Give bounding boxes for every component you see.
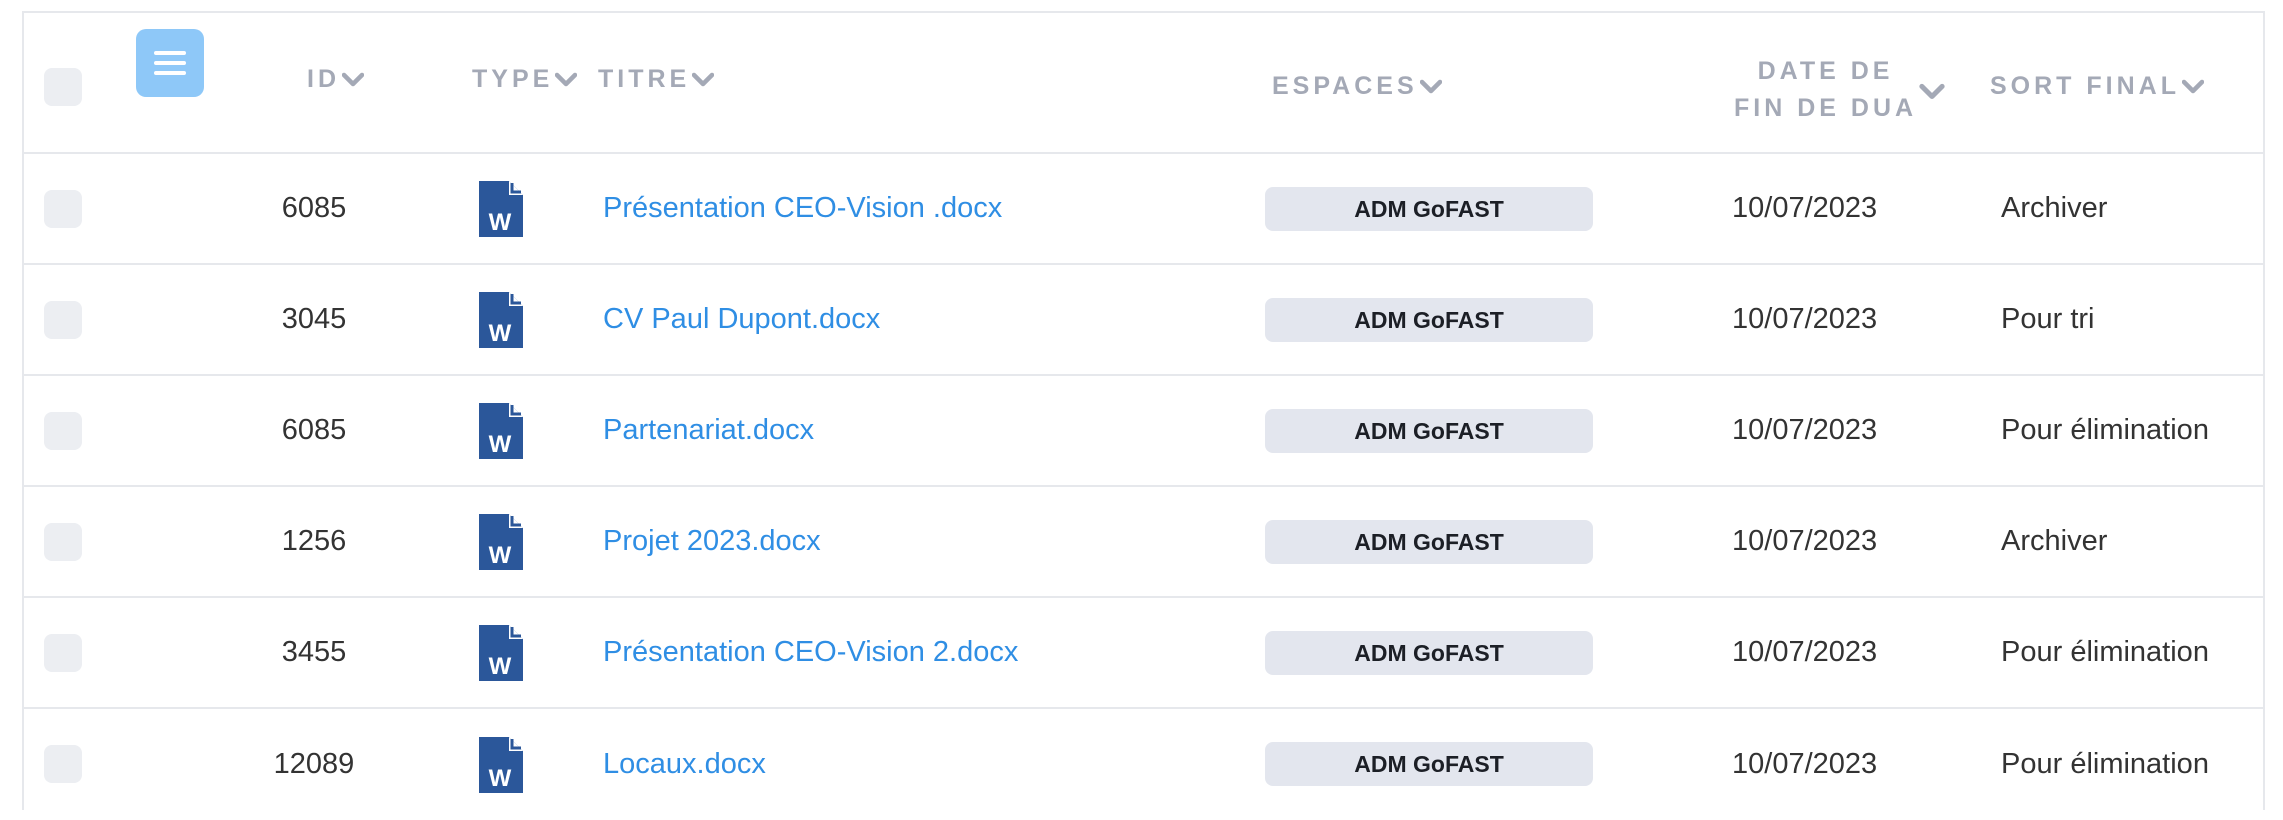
header-espaces-label: ESPACES	[1272, 72, 1418, 100]
header-sort-final-label: SORT FINAL	[1990, 72, 2180, 100]
date-fin-dua: 10/07/2023	[1732, 303, 1878, 335]
document-title-link[interactable]: Locaux.docx	[603, 709, 766, 820]
sort-final-value: Archiver	[2001, 192, 2108, 224]
sort-final-value: Pour tri	[2001, 303, 2095, 335]
word-document-icon: W	[479, 487, 523, 596]
word-document-icon: W	[479, 154, 523, 263]
word-document-icon: W	[479, 709, 523, 820]
row-id: 6085	[281, 192, 347, 224]
document-title-link[interactable]: Partenariat.docx	[603, 376, 814, 485]
row-checkbox[interactable]	[44, 745, 82, 783]
svg-text:W: W	[489, 209, 512, 236]
row-checkbox[interactable]	[44, 412, 82, 450]
row-checkbox[interactable]	[44, 523, 82, 561]
header-id[interactable]: ID	[307, 65, 364, 94]
document-title-link[interactable]: Présentation CEO-Vision 2.docx	[603, 598, 1018, 707]
date-fin-dua: 10/07/2023	[1732, 525, 1878, 557]
date-fin-dua: 10/07/2023	[1732, 414, 1878, 446]
table-header: ID TYPE TITRE ESPACES DATE DE FIN DE DUA…	[24, 13, 2263, 154]
sort-final-value: Pour élimination	[2001, 636, 2209, 668]
chevron-down-icon	[2182, 79, 2204, 93]
header-type[interactable]: TYPE	[472, 65, 578, 94]
table-row[interactable]: 12089 W Locaux.docx ADM GoFAST 10/07/202…	[24, 709, 2263, 812]
table-row[interactable]: 6085 W Partenariat.docx ADM GoFAST 10/07…	[24, 376, 2263, 487]
row-checkbox[interactable]	[44, 190, 82, 228]
date-fin-dua: 10/07/2023	[1732, 636, 1878, 668]
sort-final-value: Pour élimination	[2001, 748, 2209, 780]
document-title-link[interactable]: Projet 2023.docx	[603, 487, 821, 596]
row-id: 6085	[281, 414, 347, 446]
header-titre-label: TITRE	[598, 65, 691, 93]
chevron-down-icon	[1919, 83, 1945, 100]
row-id: 1256	[281, 525, 347, 557]
document-title-link[interactable]: Présentation CEO-Vision .docx	[603, 154, 1002, 263]
header-date-line1: DATE DE	[1757, 57, 1894, 85]
header-espaces[interactable]: ESPACES	[1272, 72, 1442, 101]
row-id: 3455	[281, 636, 347, 668]
date-fin-dua: 10/07/2023	[1732, 192, 1878, 224]
svg-text:W: W	[489, 542, 512, 569]
espace-badge: ADM GoFAST	[1265, 742, 1593, 786]
header-id-label: ID	[307, 65, 340, 93]
espace-badge: ADM GoFAST	[1265, 520, 1593, 564]
espace-badge: ADM GoFAST	[1265, 409, 1593, 453]
table-row[interactable]: 3455 W Présentation CEO-Vision 2.docx AD…	[24, 598, 2263, 709]
svg-text:W: W	[489, 765, 512, 792]
header-sort-final[interactable]: SORT FINAL	[1990, 72, 2204, 101]
chevron-down-icon	[692, 72, 715, 86]
espace-badge: ADM GoFAST	[1265, 298, 1593, 342]
date-fin-dua: 10/07/2023	[1732, 748, 1878, 780]
documents-table: ID TYPE TITRE ESPACES DATE DE FIN DE DUA…	[22, 11, 2265, 810]
chevron-down-icon	[342, 72, 364, 86]
row-id: 12089	[273, 748, 355, 780]
word-document-icon: W	[479, 376, 523, 485]
svg-text:W: W	[489, 320, 512, 347]
document-title-link[interactable]: CV Paul Dupont.docx	[603, 265, 880, 374]
table-row[interactable]: 6085 W Présentation CEO-Vision .docx ADM…	[24, 154, 2263, 265]
row-checkbox[interactable]	[44, 301, 82, 339]
header-type-label: TYPE	[472, 65, 554, 93]
table-row[interactable]: 1256 W Projet 2023.docx ADM GoFAST 10/07…	[24, 487, 2263, 598]
chevron-down-icon	[1419, 79, 1442, 93]
header-date-fin-dua[interactable]: DATE DE FIN DE DUA	[1734, 53, 1945, 127]
header-titre[interactable]: TITRE	[598, 65, 715, 94]
sort-final-value: Archiver	[2001, 525, 2108, 557]
svg-text:W: W	[489, 653, 512, 680]
table-row[interactable]: 3045 W CV Paul Dupont.docx ADM GoFAST 10…	[24, 265, 2263, 376]
row-checkbox[interactable]	[44, 634, 82, 672]
header-date-label: DATE DE FIN DE DUA	[1734, 53, 1917, 127]
sort-final-value: Pour élimination	[2001, 414, 2209, 446]
select-all-checkbox[interactable]	[44, 68, 82, 106]
chevron-down-icon	[555, 72, 578, 86]
word-document-icon: W	[479, 265, 523, 374]
svg-text:W: W	[489, 431, 512, 458]
hamburger-menu-icon	[154, 51, 186, 75]
header-date-line2: FIN DE DUA	[1734, 94, 1918, 122]
column-menu-button[interactable]	[136, 29, 204, 97]
row-id: 3045	[281, 303, 347, 335]
espace-badge: ADM GoFAST	[1265, 187, 1593, 231]
word-document-icon: W	[479, 598, 523, 707]
espace-badge: ADM GoFAST	[1265, 631, 1593, 675]
